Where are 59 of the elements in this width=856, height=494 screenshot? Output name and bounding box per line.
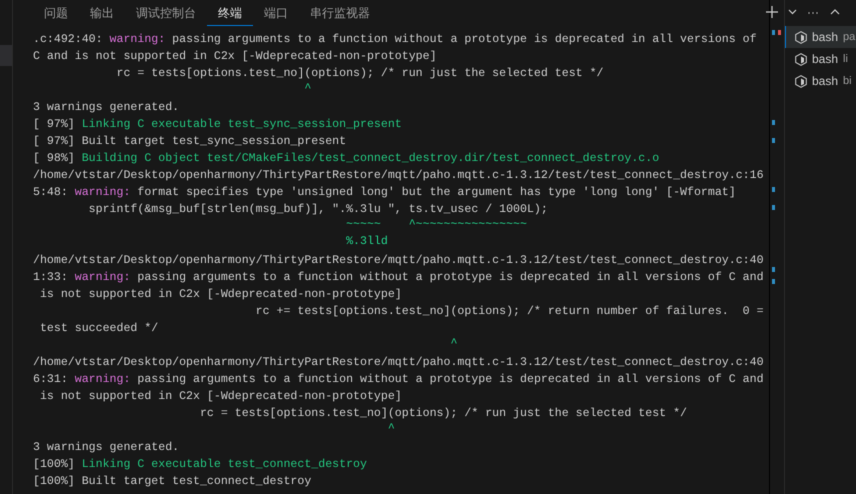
warning-label: warning:	[110, 33, 166, 46]
terminal-text: 5:48:	[33, 186, 69, 199]
terminal-text: [100%] Built target test_connect_destroy	[33, 475, 312, 488]
terminal-text: Building C object test/CMakeFiles/test_connect_destroy.dir/test_connect_destroy.c.o	[82, 152, 660, 165]
diagnostic-marker: %.3lld	[345, 235, 388, 248]
terminal-text: 3 warnings generated.	[33, 101, 180, 114]
terminal-text: sprintf(&msg_buf[strlen(msg_buf)], ".%.3lu ", ts.tv_usec / 1000L);	[88, 203, 548, 216]
terminal-item[interactable]: bash bi	[785, 70, 856, 92]
terminal-item[interactable]: bash pa	[785, 26, 856, 48]
terminal-icon	[795, 30, 807, 44]
terminal-text: 6:31:	[33, 373, 69, 386]
terminal-text: [ 97%]	[33, 118, 76, 131]
scroll-marker	[772, 187, 775, 192]
terminal-text: is not supported in C2x [-Wdeprecated-non-prototype]	[38, 288, 402, 301]
panel-tab[interactable]: 终端	[207, 0, 253, 26]
terminal-text: [100%]	[33, 458, 76, 471]
terminal-text: 1:33:	[33, 271, 69, 284]
terminal-text: 3 warnings generated.	[33, 441, 180, 454]
scroll-marker	[772, 279, 775, 284]
warning-label: warning:	[74, 373, 130, 386]
terminal-text: /home/vtstar/Desktop/openharmony/ThirtyPartRestore/mqtt/paho.mqtt.c-1.3.12/test/test_connect_destroy.c:40	[33, 356, 764, 369]
panel-tab[interactable]: 问题	[33, 0, 79, 26]
terminal-text: [ 97%] Built target test_sync_session_present	[33, 135, 346, 148]
panel-tab[interactable]: 串行监视器	[299, 0, 381, 26]
panel-tab[interactable]: 端口	[253, 0, 299, 26]
diagnostic-marker: ~~~~~ ^~~~~~~~~~~~~~~~~	[345, 218, 527, 231]
terminal-text: passing arguments to a function without a prototype is deprecated in all versions of C and	[136, 373, 764, 386]
scroll-marker	[772, 205, 775, 210]
scroll-marker	[778, 30, 781, 35]
terminal-icon	[795, 74, 807, 88]
terminal-text: /home/vtstar/Desktop/openharmony/ThirtyPartRestore/mqtt/paho.mqtt.c-1.3.12/test/test_connect_destroy.c:16	[33, 169, 764, 182]
terminal-text: is not supported in C2x [-Wdeprecated-non-prototype]	[38, 390, 402, 403]
terminal-text: passing arguments to a function without a prototype is deprecated in all versions of C and	[136, 271, 764, 284]
panel-tab[interactable]: 调试控制台	[125, 0, 207, 26]
scroll-marker	[772, 120, 775, 125]
terminal-text: format specifies type 'unsigned long' but the argument has type 'long long' [-Wformat]	[136, 186, 736, 199]
diagnostic-marker: ^	[386, 422, 395, 435]
warning-label: warning:	[74, 186, 130, 199]
terminal-item[interactable]: bash li	[785, 48, 856, 70]
diagnostic-marker: ^	[449, 337, 458, 350]
terminal-text: C and is not supported in C2x [-Wdeprecated-non-prototype]	[33, 50, 437, 63]
terminal-text: Linking C executable test_sync_session_present	[82, 118, 402, 131]
add-icon[interactable]	[766, 6, 778, 18]
scroll-marker	[772, 138, 775, 143]
terminal-text: [ 98%]	[33, 152, 76, 165]
panel-tab[interactable]: 输出	[79, 0, 125, 26]
terminal-icon	[795, 52, 807, 66]
terminal-text: rc = tests[options.test_no](options); /* run just the selected test */	[115, 67, 604, 80]
terminal-text: rc = tests[options.test_no](options); /* run just the selected test */	[198, 407, 687, 420]
terminal-text: rc += tests[options.test_no](options); /* return number of failures. 0 =	[254, 305, 764, 318]
terminal-text: passing arguments to a function without a prototype is deprecated in all versions of	[171, 33, 757, 46]
diagnostic-marker: ^	[303, 82, 312, 95]
scroll-marker	[772, 30, 775, 35]
scroll-marker	[772, 267, 775, 272]
terminal-text: /home/vtstar/Desktop/openharmony/ThirtyPartRestore/mqtt/paho.mqtt.c-1.3.12/test/test_connect_destroy.c:40	[33, 254, 764, 267]
terminal-text: Linking C executable test_connect_destroy	[82, 458, 367, 471]
warning-label: warning:	[74, 271, 130, 284]
terminal-text: .c:492:40:	[33, 33, 104, 46]
terminal-text: test succeeded */	[38, 322, 158, 335]
